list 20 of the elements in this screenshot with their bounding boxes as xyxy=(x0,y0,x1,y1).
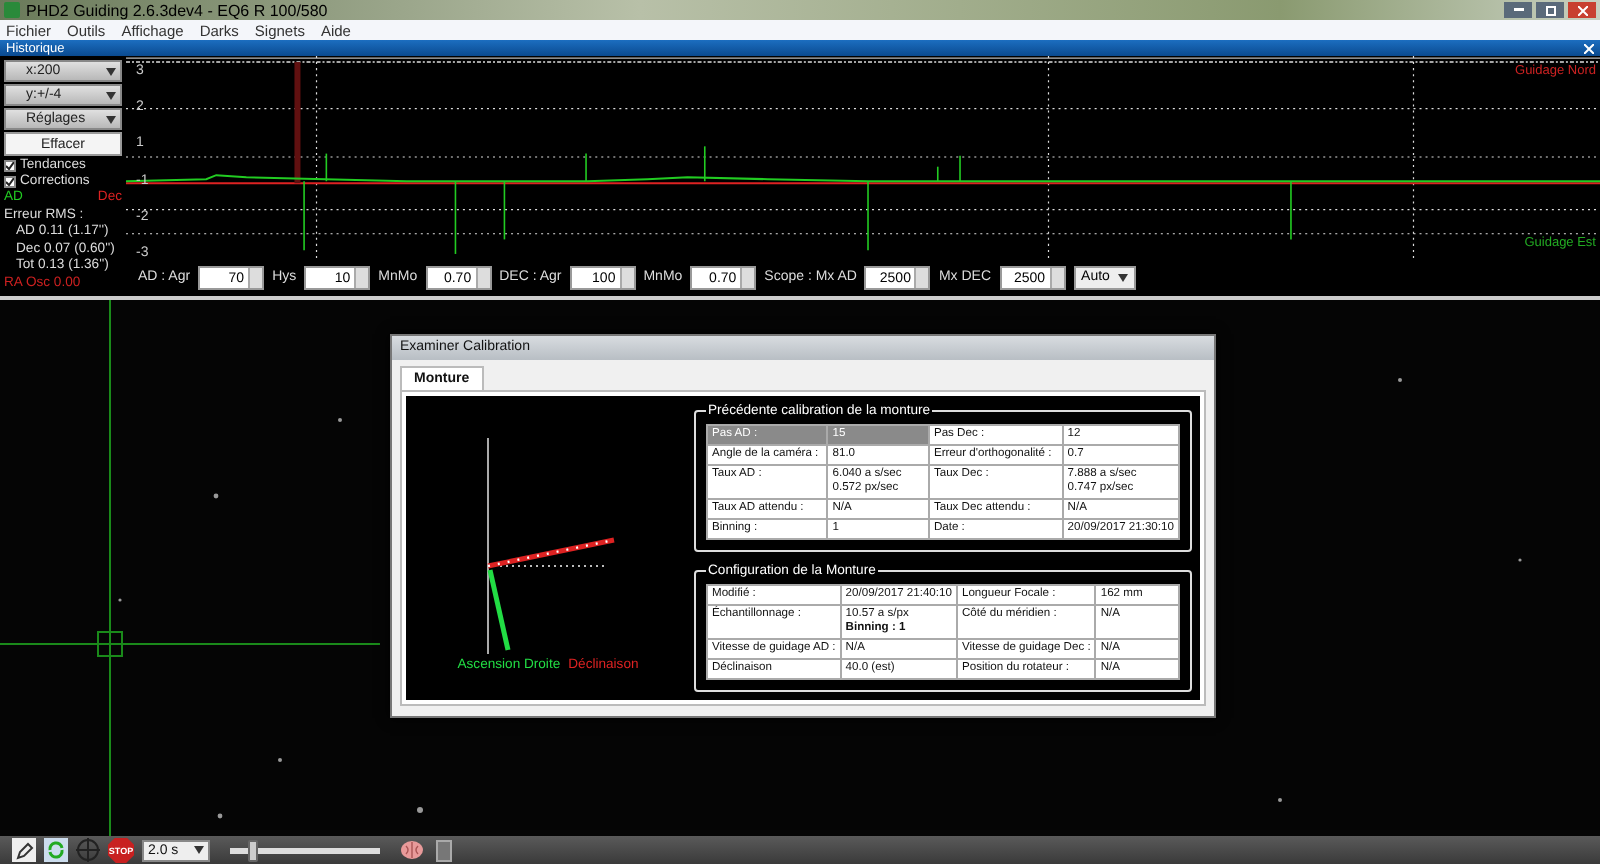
caret-icon xyxy=(106,67,116,75)
window-title: PHD2 Guiding 2.6.3dev4 - EQ6 R 100/580 xyxy=(26,1,330,19)
close-icon[interactable] xyxy=(1584,43,1594,53)
document-icon[interactable] xyxy=(432,838,456,862)
slider-thumb[interactable] xyxy=(248,839,259,861)
maximize-button[interactable] xyxy=(1536,2,1564,18)
checkbox[interactable] xyxy=(4,175,16,187)
minimize-button[interactable] xyxy=(1504,2,1532,18)
brain-icon[interactable] xyxy=(400,838,424,862)
maximize-icon xyxy=(1545,5,1555,15)
checkbox[interactable] xyxy=(4,159,16,171)
caret-icon xyxy=(106,115,116,123)
caret-icon xyxy=(194,846,204,854)
close-button[interactable] xyxy=(1568,2,1596,18)
caret-icon xyxy=(106,91,116,99)
minimize-icon xyxy=(1513,8,1523,12)
pencil-icon[interactable] xyxy=(12,838,36,862)
app-icon xyxy=(4,2,20,18)
caret-icon xyxy=(1117,273,1128,281)
close-icon xyxy=(1577,5,1587,15)
